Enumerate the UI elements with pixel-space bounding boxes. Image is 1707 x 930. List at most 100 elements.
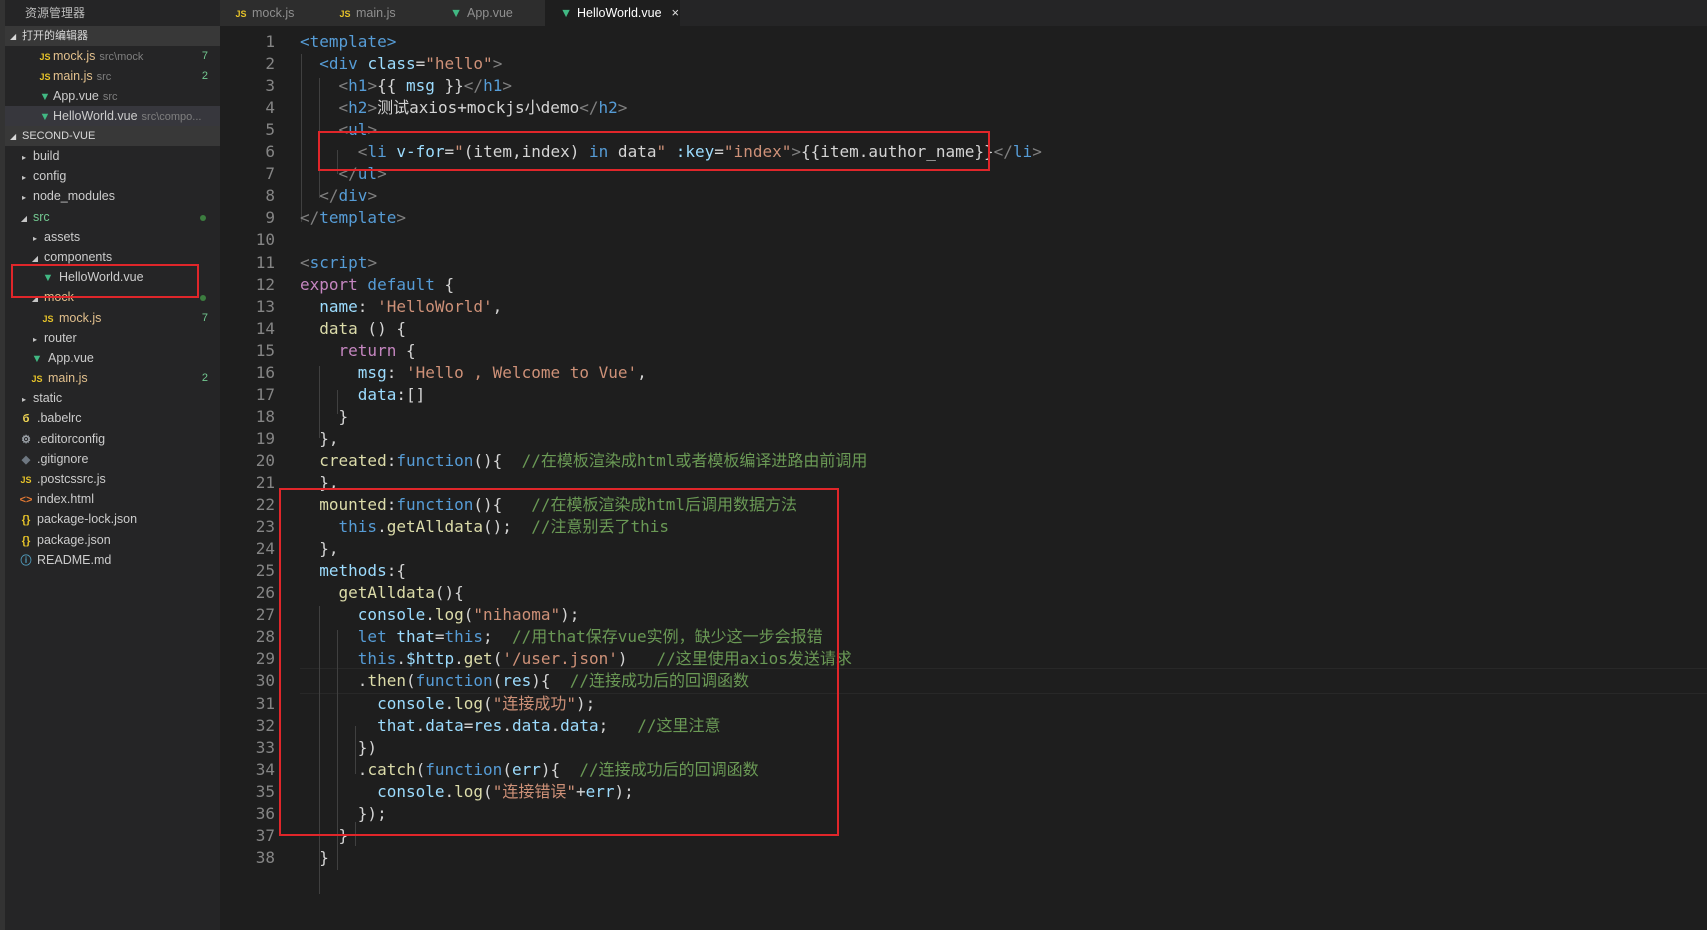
open-editor-item[interactable]: JS mock.js src\mock 7 bbox=[5, 46, 220, 66]
tree-item-index-html[interactable]: <> index.html bbox=[5, 489, 220, 509]
code-token: catch bbox=[367, 759, 416, 779]
vue-icon: ▼ bbox=[39, 111, 51, 123]
line-number: 7 bbox=[265, 164, 275, 184]
tab-app-vue[interactable]: ▼ App.vue bbox=[435, 0, 545, 26]
line-number: 38 bbox=[255, 847, 275, 867]
code-token: </ bbox=[300, 186, 339, 206]
tree-item-label: router bbox=[44, 330, 77, 345]
tree-item-package-json[interactable]: {} package.json bbox=[5, 530, 220, 550]
chevron-down-icon: ◢ bbox=[31, 253, 39, 263]
code-token: console bbox=[357, 605, 426, 625]
code-token: . bbox=[502, 715, 512, 735]
tree-item-readme-md[interactable]: ⓘ README.md bbox=[5, 550, 220, 570]
line-number: 19 bbox=[255, 428, 275, 448]
code-token: in bbox=[589, 142, 609, 162]
open-editor-item[interactable]: JS main.js src 2 bbox=[5, 66, 220, 86]
code-token: name bbox=[319, 296, 358, 316]
line-number: 30 bbox=[255, 671, 275, 691]
tree-item-label: src bbox=[33, 209, 50, 224]
code-token: ( bbox=[502, 759, 512, 779]
tree-item-label: config bbox=[33, 169, 67, 184]
code-token: log bbox=[434, 605, 464, 625]
line-number: 4 bbox=[265, 98, 275, 118]
code-token: } bbox=[300, 825, 349, 845]
tree-item-static[interactable]: ▸ static bbox=[5, 388, 220, 408]
code-token: }) bbox=[300, 737, 378, 757]
open-editor-item[interactable]: ▼ App.vue src bbox=[5, 86, 220, 106]
vue-icon: ▼ bbox=[449, 6, 463, 20]
tree-item-gitignore[interactable]: ◆ .gitignore bbox=[5, 449, 220, 469]
code-token: ul bbox=[348, 120, 368, 140]
code-token: that bbox=[386, 627, 435, 647]
vue-icon: ▼ bbox=[39, 91, 51, 103]
html-icon: <> bbox=[19, 494, 33, 507]
code-token: . bbox=[425, 605, 435, 625]
tree-item-babelrc[interactable]: б .babelrc bbox=[5, 408, 220, 428]
tree-item-package-lock-json[interactable]: {} package-lock.json bbox=[5, 509, 220, 529]
code-token: default bbox=[357, 274, 435, 294]
code-token: . bbox=[300, 759, 368, 779]
close-icon[interactable]: × bbox=[672, 5, 680, 20]
code-token: script bbox=[309, 252, 368, 272]
tree-item-src[interactable]: ◢ src bbox=[5, 207, 220, 227]
tree-item-components[interactable]: ◢ components bbox=[5, 247, 220, 267]
code-token: ); bbox=[575, 693, 596, 713]
code-token: < bbox=[300, 142, 368, 162]
code-line: }) bbox=[300, 736, 377, 760]
tree-item-node-modules[interactable]: ▸ node_modules bbox=[5, 186, 220, 206]
tree-item-build[interactable]: ▸ build bbox=[5, 146, 220, 166]
code-token: ul bbox=[357, 164, 378, 184]
open-editors-header[interactable]: ◢ 打开的编辑器 bbox=[5, 26, 220, 46]
code-token: :key bbox=[666, 142, 715, 162]
line-number: 21 bbox=[255, 473, 275, 492]
tab-helloworld-vue[interactable]: ▼ HelloWorld.vue × bbox=[545, 0, 680, 26]
code-token: data bbox=[425, 715, 464, 735]
code-token: { bbox=[434, 274, 455, 294]
tree-item-mock-js[interactable]: JS mock.js 7 bbox=[5, 308, 220, 328]
modified-dot bbox=[200, 295, 206, 302]
code-token: {{ bbox=[377, 76, 406, 96]
code-line: </ul> bbox=[300, 162, 387, 186]
code-token: <div bbox=[300, 54, 368, 74]
code-token: { bbox=[396, 340, 416, 360]
tree-item-config[interactable]: ▸ config bbox=[5, 166, 220, 186]
code-token: li bbox=[1012, 142, 1033, 162]
code-token: getAlldata bbox=[386, 517, 484, 537]
chevron-right-icon: ▸ bbox=[21, 173, 26, 183]
tree-item-editorconfig[interactable]: ⚙ .editorconfig bbox=[5, 429, 220, 449]
open-editor-name: App.vue bbox=[53, 89, 99, 103]
code-token: data bbox=[357, 384, 397, 404]
code-line: mounted:function(){ //在模板渲染成html后调用数据方法 bbox=[300, 493, 797, 517]
tab-mock-js[interactable]: JS mock.js bbox=[220, 0, 324, 26]
open-editor-item[interactable]: ▼ HelloWorld.vue src\compo... bbox=[5, 106, 220, 126]
line-number: 31 bbox=[255, 693, 275, 713]
code-token: getAlldata bbox=[338, 583, 435, 603]
tree-item-router[interactable]: ▸ router bbox=[5, 328, 220, 348]
code-line: <h2>测试axios+mockjs小demo</h2> bbox=[300, 96, 628, 120]
code-editor[interactable]: 1 2 3 4 5 6 7 8 9 10 11 12 13 14 15 16 17 18 19 20 21 22 23 24 2… bbox=[220, 30, 1707, 930]
line-number: 2 bbox=[265, 54, 275, 74]
project-header[interactable]: ◢ SECOND-VUE bbox=[5, 126, 220, 146]
tree-item-helloworld-vue[interactable]: ▼ HelloWorld.vue bbox=[5, 267, 220, 287]
chevron-down-icon: ◢ bbox=[10, 132, 17, 141]
code-token: > bbox=[396, 208, 406, 228]
code-token: err bbox=[511, 759, 541, 779]
tree-item-mock[interactable]: ◢ mock bbox=[5, 287, 220, 307]
code-token: ); bbox=[560, 605, 580, 625]
tree-item-postcssrc-js[interactable]: JS .postcssrc.js bbox=[5, 469, 220, 489]
code-token: 'HelloWorld' bbox=[377, 296, 493, 316]
code-token: }} bbox=[434, 76, 464, 96]
tree-item-label: components bbox=[44, 249, 113, 264]
open-editor-path: src\mock bbox=[99, 51, 144, 63]
tree-item-main-js[interactable]: JS main.js 2 bbox=[5, 368, 220, 388]
tree-item-app-vue[interactable]: ▼ App.vue bbox=[5, 348, 220, 368]
code-token: . bbox=[444, 693, 455, 713]
code-token: (){ bbox=[473, 450, 522, 470]
code-token: () { bbox=[357, 318, 406, 338]
code-token: : bbox=[386, 495, 397, 515]
tab-main-js[interactable]: JS main.js bbox=[324, 0, 435, 26]
tree-item-assets[interactable]: ▸ assets bbox=[5, 227, 220, 247]
